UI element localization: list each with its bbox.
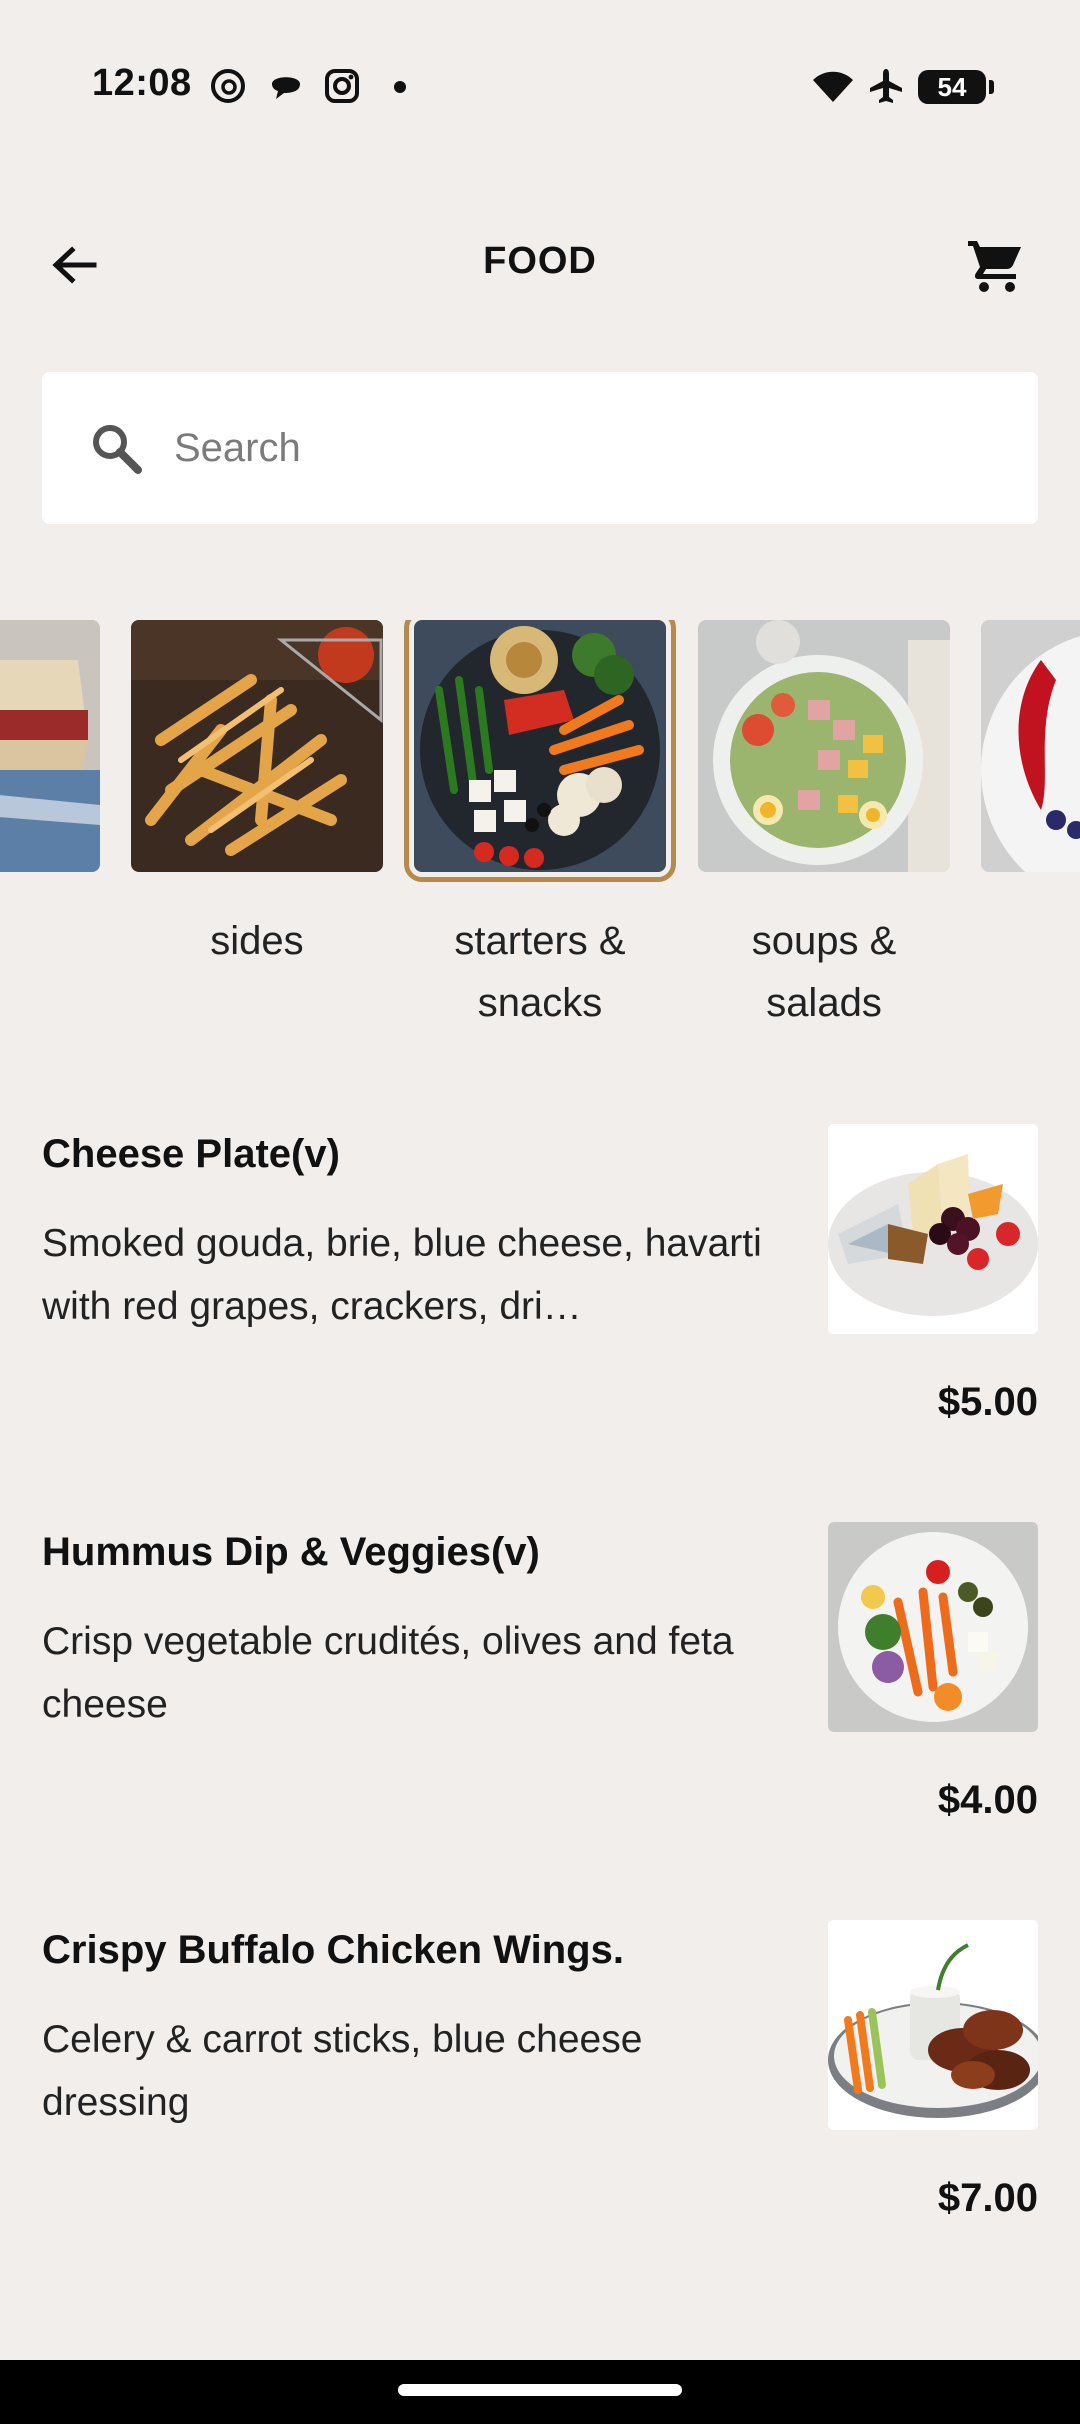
page-title: FOOD: [483, 240, 597, 282]
instagram-icon: [325, 69, 359, 103]
cart-button[interactable]: [960, 232, 1030, 298]
category-label: starters & snacks: [454, 919, 626, 1025]
item-title: Cheese Plate(v): [42, 1132, 340, 1176]
item-description: Crisp vegetable crudités, olives and fet…: [42, 1620, 734, 1726]
battery-icon: 54: [918, 70, 994, 104]
category-image: [131, 620, 383, 872]
navigation-bar: [0, 2360, 1080, 2424]
item-description: Smoked gouda, brie, blue cheese, havarti…: [42, 1222, 762, 1328]
category-image: [0, 620, 100, 872]
home-indicator[interactable]: [398, 2384, 682, 2396]
wifi-icon: [813, 71, 853, 102]
item-price: $7.00: [937, 2176, 1038, 2220]
category-soups-salads[interactable]: soups & salads: [698, 620, 950, 1034]
app-header: FOOD: [0, 210, 1080, 320]
category-label: s: [0, 910, 100, 972]
category-desserts[interactable]: de: [981, 620, 1080, 972]
search-icon: [93, 425, 142, 474]
shopping-cart-icon: [968, 241, 1021, 292]
item-title: Hummus Dip & Veggies(v): [42, 1530, 540, 1574]
category-sandwiches[interactable]: s: [0, 620, 100, 972]
item-image: [828, 1522, 1038, 1732]
category-label: de: [981, 910, 1080, 972]
status-bar: 12:08 54: [0, 0, 1080, 176]
airplane-icon: [870, 69, 902, 103]
search-bar[interactable]: [42, 372, 1038, 524]
category-starters-snacks[interactable]: starters & snacks: [404, 620, 676, 1034]
item-price: $4.00: [937, 1778, 1038, 1822]
threads-icon: [211, 69, 245, 103]
category-image: [404, 620, 676, 882]
notification-dot: [394, 81, 406, 93]
category-label: sides: [210, 919, 304, 963]
item-image: [828, 1920, 1038, 2130]
item-image: [828, 1124, 1038, 1334]
item-description: Celery & carrot sticks, blue cheese dres…: [42, 2018, 643, 2124]
category-carousel[interactable]: sides starters & snacks soups & salads: [0, 620, 1080, 1040]
category-image: [698, 620, 950, 872]
category-label: soups & salads: [751, 919, 897, 1025]
category-image: [981, 620, 1080, 872]
item-price: $5.00: [937, 1380, 1038, 1424]
menu-item[interactable]: Hummus Dip & Veggies(v) Crisp vegetable …: [0, 1522, 1080, 1920]
menu-item[interactable]: Cheese Plate(v) Smoked gouda, brie, blue…: [0, 1124, 1080, 1522]
status-time: 12:08: [92, 62, 192, 104]
category-sides[interactable]: sides: [131, 620, 383, 972]
chat-bubble-icon: [272, 77, 300, 99]
search-input[interactable]: [174, 425, 994, 471]
item-title: Crispy Buffalo Chicken Wings.: [42, 1928, 624, 1972]
menu-item[interactable]: Crispy Buffalo Chicken Wings. Celery & c…: [0, 1920, 1080, 2318]
